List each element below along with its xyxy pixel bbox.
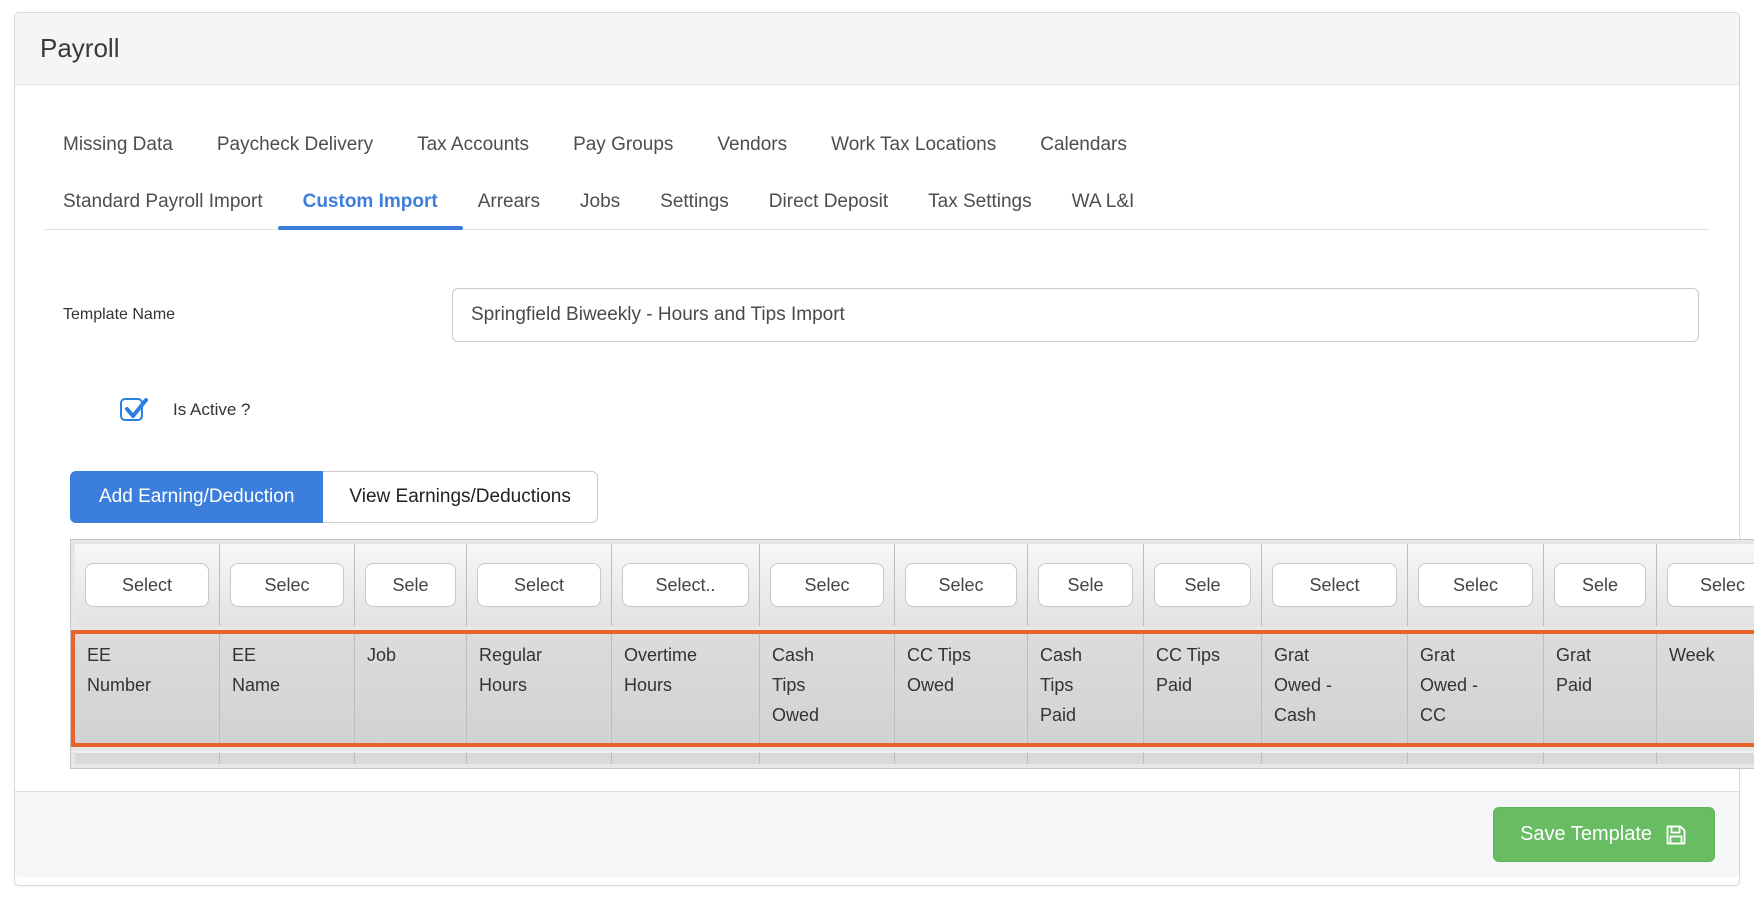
select-dropdown-job[interactable]: Sele <box>365 563 456 607</box>
tabs-row-2: Standard Payroll Import Custom Import Arre… <box>45 182 1709 229</box>
tab-calendars[interactable]: Calendars <box>1040 125 1127 172</box>
tab-pay-groups[interactable]: Pay Groups <box>573 125 673 172</box>
template-name-label: Template Name <box>63 306 452 324</box>
select-cell-cc-tips-owed: Selec <box>895 544 1028 626</box>
column-header-cc-tips-owed: CC Tips Owed <box>895 634 1028 743</box>
strip-cell <box>355 751 467 764</box>
select-cell-grat-paid: Sele <box>1544 544 1657 626</box>
select-cell-grat-owed-cash: Select <box>1262 544 1408 626</box>
tab-standard-payroll-import[interactable]: Standard Payroll Import <box>63 182 263 229</box>
strip-cell <box>760 751 895 764</box>
is-active-checkbox[interactable] <box>120 398 143 421</box>
select-cell-ee-name: Selec <box>220 544 355 626</box>
tab-tax-accounts[interactable]: Tax Accounts <box>417 125 529 172</box>
tab-missing-data[interactable]: Missing Data <box>63 125 173 172</box>
column-header-ee-name: EE Name <box>220 634 355 743</box>
view-earnings-deductions-button[interactable]: View Earnings/Deductions <box>323 471 597 523</box>
select-dropdown-cc-tips-owed[interactable]: Selec <box>905 563 1017 607</box>
select-cell-grat-owed-cc: Selec <box>1408 544 1544 626</box>
tab-wa-l-i[interactable]: WA L&I <box>1072 182 1135 229</box>
select-dropdown-regular-hours[interactable]: Select <box>477 563 601 607</box>
select-dropdown-grat-paid[interactable]: Sele <box>1554 563 1646 607</box>
select-row-group: Select Selec Sele Select Select.. Selec Selec S… <box>71 540 1754 630</box>
payroll-panel: Payroll Missing Data Paycheck Delivery Tax… <box>14 12 1740 886</box>
select-dropdown-ee-number[interactable]: Select <box>85 563 209 607</box>
column-header-cc-tips-paid: CC Tips Paid <box>1144 634 1262 743</box>
select-dropdown-week[interactable]: Selec <box>1667 563 1754 607</box>
column-header-week: Week <box>1657 634 1754 743</box>
tab-tax-settings[interactable]: Tax Settings <box>928 182 1032 229</box>
checkmark-icon <box>123 396 149 422</box>
strip-cell <box>1657 751 1754 764</box>
strip-cell <box>1408 751 1544 764</box>
template-name-input[interactable] <box>452 288 1699 342</box>
select-cell-week: Selec <box>1657 544 1754 626</box>
save-floppy-icon <box>1664 823 1688 847</box>
select-dropdown-grat-owed-cc[interactable]: Selec <box>1418 563 1533 607</box>
save-template-button[interactable]: Save Template <box>1493 807 1715 862</box>
column-header-job: Job <box>355 634 467 743</box>
strip-cell <box>1028 751 1144 764</box>
select-cell-cc-tips-paid: Sele <box>1144 544 1262 626</box>
column-header-grat-owed-cc: Grat Owed - CC <box>1408 634 1544 743</box>
tab-vendors[interactable]: Vendors <box>717 125 787 172</box>
strip-cell <box>467 751 612 764</box>
column-header-grat-paid: Grat Paid <box>1544 634 1657 743</box>
tabs-row-2-wrap: Standard Payroll Import Custom Import Arre… <box>45 182 1709 230</box>
partial-row-strip <box>71 747 1754 768</box>
page-title: Payroll <box>40 33 119 63</box>
strip-cell <box>895 751 1028 764</box>
add-earning-deduction-button[interactable]: Add Earning/Deduction <box>70 471 323 523</box>
select-row: Select Selec Sele Select Select.. Selec Selec S… <box>71 540 1754 630</box>
tab-paycheck-delivery[interactable]: Paycheck Delivery <box>217 125 373 172</box>
column-header-grat-owed-cash: Grat Owed - Cash <box>1262 634 1408 743</box>
select-cell-ee-number: Select <box>75 544 220 626</box>
select-cell-overtime-hours: Select.. <box>612 544 760 626</box>
column-mapping-table: Select Selec Sele Select Select.. Selec Selec S… <box>70 539 1754 769</box>
select-dropdown-cc-tips-paid[interactable]: Sele <box>1154 563 1251 607</box>
select-cell-job: Sele <box>355 544 467 626</box>
strip-cell <box>220 751 355 764</box>
select-dropdown-cash-tips-paid[interactable]: Sele <box>1038 563 1133 607</box>
select-dropdown-cash-tips-owed[interactable]: Selec <box>770 563 884 607</box>
panel-footer: Save Template <box>15 791 1739 877</box>
header-row-group: EE NumberEE NameJobRegular HoursOvertime… <box>71 630 1754 747</box>
header-row: EE NumberEE NameJobRegular HoursOvertime… <box>71 630 1754 747</box>
column-header-ee-number: EE Number <box>75 634 220 743</box>
strip-cell <box>1144 751 1262 764</box>
tab-work-tax-locations[interactable]: Work Tax Locations <box>831 125 996 172</box>
save-template-label: Save Template <box>1520 823 1652 846</box>
tab-custom-import[interactable]: Custom Import <box>303 182 438 229</box>
tab-settings[interactable]: Settings <box>660 182 729 229</box>
select-dropdown-ee-name[interactable]: Selec <box>230 563 344 607</box>
panel-heading: Payroll <box>15 13 1739 85</box>
template-name-row: Template Name <box>63 288 1699 342</box>
strip-cell <box>75 751 220 764</box>
tab-arrears[interactable]: Arrears <box>478 182 540 229</box>
earning-deduction-toggle: Add Earning/Deduction View Earnings/Dedu… <box>70 471 1709 523</box>
select-dropdown-grat-owed-cash[interactable]: Select <box>1272 563 1397 607</box>
tabs-row-1: Missing Data Paycheck Delivery Tax Account… <box>45 125 1709 172</box>
column-header-cash-tips-owed: Cash Tips Owed <box>760 634 895 743</box>
strip-cell <box>612 751 760 764</box>
select-cell-regular-hours: Select <box>467 544 612 626</box>
column-header-regular-hours: Regular Hours <box>467 634 612 743</box>
column-header-overtime-hours: Overtime Hours <box>612 634 760 743</box>
partial-row-strip-group <box>71 747 1754 768</box>
select-cell-cash-tips-owed: Selec <box>760 544 895 626</box>
strip-cell <box>1544 751 1657 764</box>
strip-cell <box>1262 751 1408 764</box>
column-header-cash-tips-paid: Cash Tips Paid <box>1028 634 1144 743</box>
panel-body: Missing Data Paycheck Delivery Tax Account… <box>15 125 1739 791</box>
tab-jobs[interactable]: Jobs <box>580 182 620 229</box>
tab-direct-deposit[interactable]: Direct Deposit <box>769 182 888 229</box>
is-active-row: Is Active ? <box>120 398 1709 421</box>
select-cell-cash-tips-paid: Sele <box>1028 544 1144 626</box>
is-active-label: Is Active ? <box>173 400 250 420</box>
select-dropdown-overtime-hours[interactable]: Select.. <box>622 563 749 607</box>
